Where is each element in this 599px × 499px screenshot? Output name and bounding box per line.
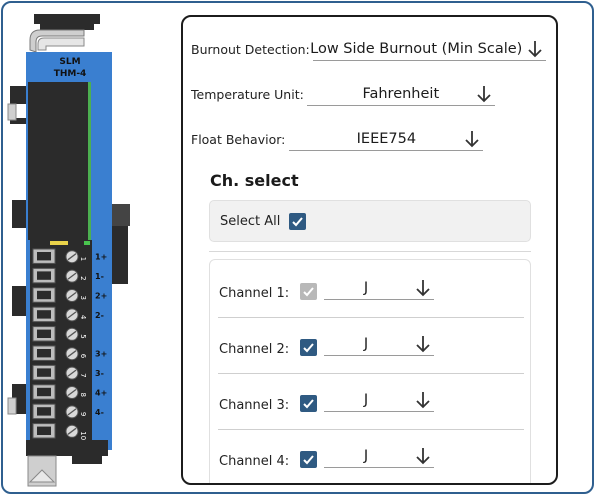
channel-row-1: Channel 1: J [210,262,530,318]
terminal-label: 4+ [95,389,107,398]
arrow-down-icon [528,41,542,58]
channel-2-checkbox[interactable] [300,339,317,356]
thm4-module-illustration: SLM THM-4 1 1+ 2 1- 3 2+ 4 2- 5 6 3+ 7 3- 8 4+ 9 4- 10 [7,14,130,487]
channel-2-label: Channel 2: [219,342,290,357]
terminal-label: 2+ [95,292,107,301]
channel-3-checkbox[interactable] [300,395,317,412]
checkmark-icon [303,455,314,465]
terminal-label: 1+ [95,253,107,262]
terminal-number: 6 [79,354,87,359]
channel-4-type-select[interactable]: J [324,444,434,468]
channel-row-3: Channel 3: J [210,374,530,430]
terminal-hole [37,426,51,435]
select-all-label: Select All [220,214,281,229]
terminal-label: 2- [95,311,104,320]
terminal-number: 2 [79,276,87,280]
channel-4-type-value: J [363,447,369,464]
terminal-label: 3- [95,369,104,378]
terminal-number: 1 [79,257,87,261]
terminal-label: 3+ [95,350,107,359]
channel-list: Channel 1: J Channel 2: J Channel 3: J C… [209,259,531,483]
temp-unit-value: Fahrenheit [362,85,440,102]
channel-2-type-value: J [363,335,369,352]
terminal-number: 7 [79,373,87,377]
terminal-label: 1- [95,272,104,281]
checkmark-icon [303,343,314,353]
config-panel: Burnout Detection: Low Side Burnout (Min… [181,15,558,485]
terminal-hole [37,387,51,397]
float-behavior-value: IEEE754 [356,130,417,147]
channel-1-type-select[interactable]: J [324,276,434,300]
channel-3-label: Channel 3: [219,398,290,413]
device-model-label: THM-4 [54,69,87,79]
float-behavior-row: Float Behavior: IEEE754 [191,127,484,151]
float-behavior-select[interactable]: IEEE754 [289,127,484,151]
channel-row-4: Channel 4: J [210,430,530,483]
arrow-down-icon [416,280,430,297]
channel-4-checkbox[interactable] [300,451,317,468]
channel-4-label: Channel 4: [219,454,290,469]
arrow-down-icon [465,131,479,148]
terminal-number: 4 [79,315,87,320]
channel-1-checkbox[interactable] [300,283,317,300]
checkmark-icon [292,217,303,227]
burnout-value: Low Side Burnout (Min Scale) [310,40,523,57]
terminal-hole [37,368,51,377]
channel-3-type-select[interactable]: J [324,388,434,412]
channel-1-type-value: J [363,279,369,296]
divider [209,251,531,252]
channel-3-type-value: J [363,391,369,408]
temp-unit-label: Temperature Unit: [191,87,304,102]
channel-1-label: Channel 1: [219,286,290,301]
channel-row-2: Channel 2: J [210,318,530,374]
checkmark-icon [303,399,314,409]
burnout-select[interactable]: Low Side Burnout (Min Scale) [310,37,546,61]
channel-select-title: Ch. select [210,171,299,190]
terminal-number: 5 [79,334,87,338]
select-all-row[interactable]: Select All [209,200,531,242]
terminal-hole [37,407,51,416]
temp-unit-row: Temperature Unit: Fahrenheit [191,82,495,106]
arrow-down-icon [416,336,430,353]
arrow-down-icon [416,392,430,409]
terminal-hole [37,290,51,300]
terminal-label: 4- [95,408,104,417]
burnout-label: Burnout Detection: [191,42,310,57]
terminal-number: 9 [79,412,87,416]
terminal-hole [37,271,51,280]
temp-unit-select[interactable]: Fahrenheit [306,82,495,106]
terminal-hole [37,252,51,261]
terminal-number: 8 [79,393,87,397]
float-behavior-label: Float Behavior: [191,132,286,147]
burnout-row: Burnout Detection: Low Side Burnout (Min… [191,37,546,61]
terminal-number: 3 [79,296,87,300]
device-brand-label: SLM [59,57,80,67]
channel-2-type-select[interactable]: J [324,332,434,356]
checkmark-icon [303,287,314,297]
terminal-hole [37,329,51,338]
terminal-number: 10 [79,431,87,440]
arrow-down-icon [477,86,491,103]
arrow-down-icon [416,448,430,465]
select-all-checkbox[interactable] [289,213,306,230]
terminal-hole [37,349,51,358]
terminal-hole [37,310,51,319]
